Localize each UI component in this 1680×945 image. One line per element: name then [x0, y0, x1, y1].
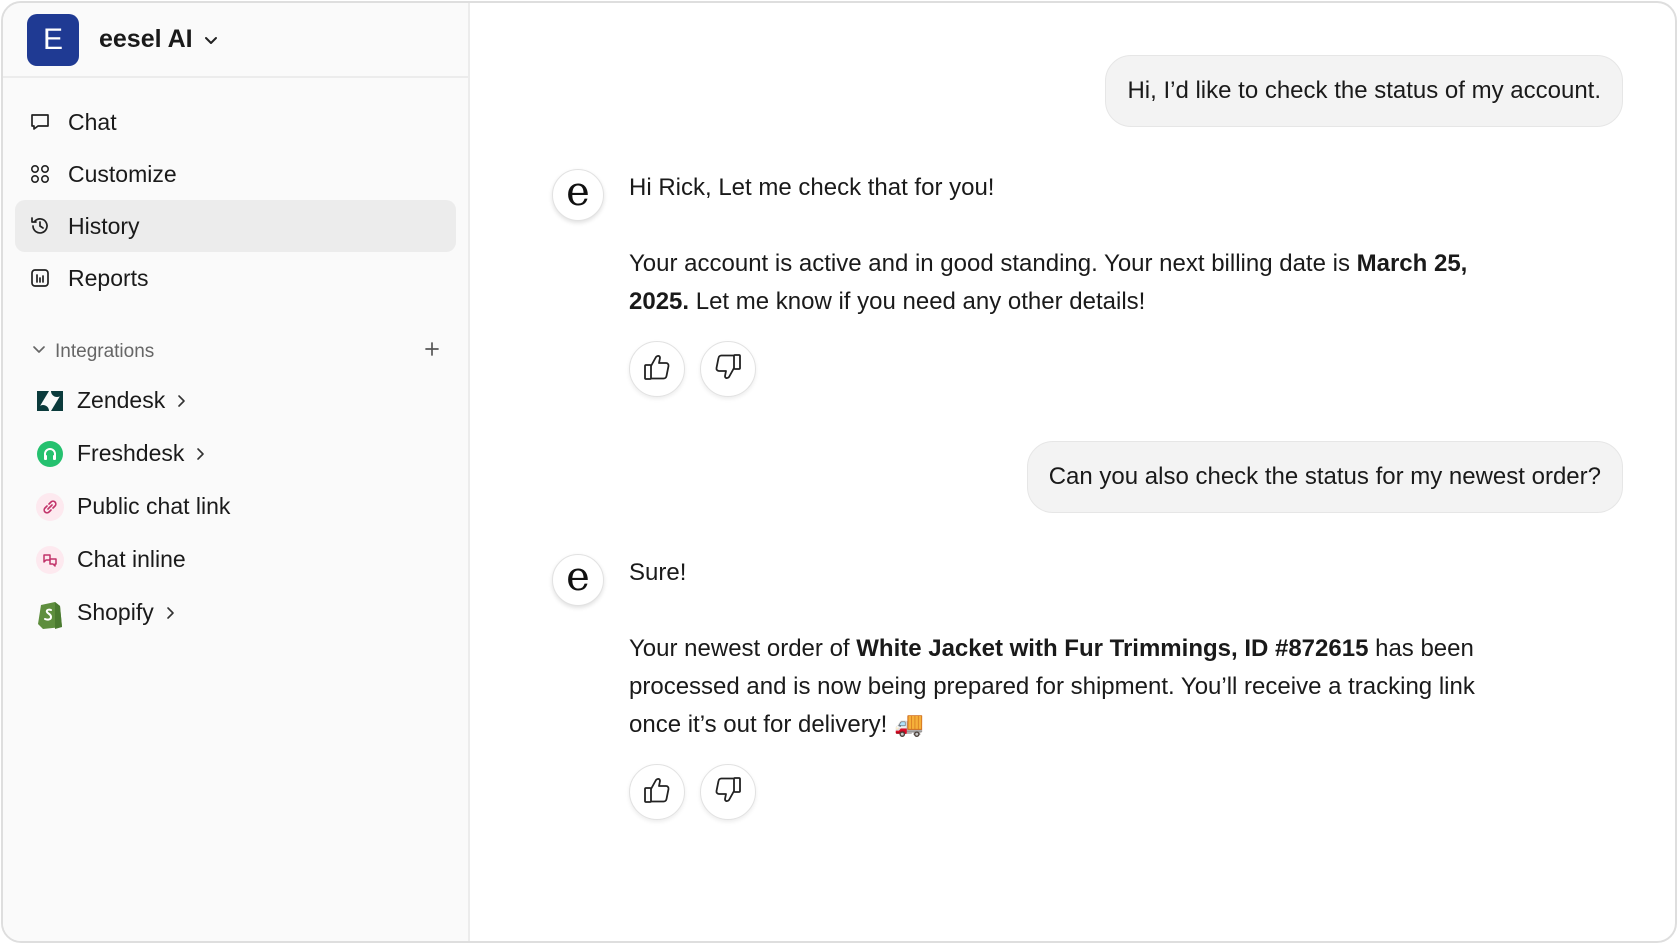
app-window: E eesel AI Chat Customize History Report…: [1, 1, 1677, 943]
add-integration-icon[interactable]: [424, 341, 440, 363]
bot-message-paragraph: Your account is active and in good stand…: [629, 245, 1502, 321]
integration-label: Freshdesk: [77, 440, 185, 466]
bot-message-line: Sure!: [629, 559, 687, 586]
feedback-row: [629, 764, 1502, 820]
grid-icon: [29, 163, 51, 185]
chevron-right-icon: [194, 447, 206, 461]
bot-avatar: e: [552, 554, 604, 606]
chevron-down-icon: [203, 32, 219, 48]
bot-message: e Hi Rick, Let me check that for you! Yo…: [552, 169, 1502, 397]
bot-avatar: e: [552, 169, 604, 221]
nav-item-label: Reports: [68, 264, 149, 291]
nav-item-history[interactable]: History: [15, 200, 456, 252]
nav-item-chat[interactable]: Chat: [15, 96, 456, 148]
bold-text: White Jacket with Fur Trimmings, ID #872…: [856, 635, 1369, 662]
chat-inline-icon: [35, 545, 65, 575]
reports-icon: [29, 267, 51, 289]
bot-message: e Sure! Your newest order of White Jacke…: [552, 554, 1502, 820]
text-span: Your account is active and in good stand…: [629, 250, 1357, 277]
user-message: Can you also check the status for my new…: [1026, 441, 1623, 513]
thumbs-down-button[interactable]: [700, 341, 756, 397]
thumbs-down-button[interactable]: [700, 764, 756, 820]
integrations-label: Integrations: [55, 341, 155, 362]
chevron-down-icon: [31, 341, 47, 363]
integration-public-chat-link[interactable]: Public chat link: [3, 480, 468, 533]
workspace-name: eesel AI: [99, 25, 193, 53]
chat-area: Hi, I’d like to check the status of my a…: [470, 3, 1675, 941]
bot-message-text: Sure! Your newest order of White Jacket …: [629, 554, 1502, 744]
integration-label: Shopify: [77, 599, 154, 625]
text-span: Let me know if you need any other detail…: [689, 288, 1146, 315]
delivery-truck-icon: 🚚: [894, 711, 924, 738]
sidebar: E eesel AI Chat Customize History Report…: [3, 3, 470, 941]
main-nav: Chat Customize History Reports: [3, 78, 468, 304]
thumbs-down-icon: [711, 773, 745, 812]
nav-item-reports[interactable]: Reports: [15, 252, 456, 304]
freshdesk-icon: [35, 439, 65, 469]
feedback-row: [629, 341, 1502, 397]
thumbs-down-icon: [711, 350, 745, 389]
nav-item-label: History: [68, 212, 140, 239]
thumbs-up-button[interactable]: [629, 341, 685, 397]
integration-shopify[interactable]: Shopify: [3, 586, 468, 639]
chat-bubble-icon: [29, 111, 51, 133]
integration-label: Zendesk: [77, 387, 166, 413]
text-span: Your newest order of: [629, 635, 857, 662]
history-icon: [29, 215, 51, 237]
integration-label: Chat inline: [77, 546, 186, 572]
integration-freshdesk[interactable]: Freshdesk: [3, 427, 468, 480]
thumbs-up-button[interactable]: [629, 764, 685, 820]
nav-item-customize[interactable]: Customize: [15, 148, 456, 200]
thumbs-up-icon: [640, 773, 674, 812]
bot-message-paragraph: Your newest order of White Jacket with F…: [629, 630, 1502, 744]
workspace-logo: E: [27, 13, 79, 66]
bot-message-line: Hi Rick, Let me check that for you!: [629, 174, 995, 201]
integration-chat-inline[interactable]: Chat inline: [3, 533, 468, 586]
chevron-right-icon: [164, 606, 176, 620]
integration-zendesk[interactable]: Zendesk: [3, 374, 468, 427]
integrations-section-header[interactable]: Integrations: [3, 330, 468, 374]
nav-item-label: Chat: [68, 108, 117, 135]
nav-item-label: Customize: [68, 160, 177, 187]
workspace-switcher[interactable]: E eesel AI: [3, 3, 468, 78]
integration-label: Public chat link: [77, 493, 231, 519]
link-icon: [35, 492, 65, 522]
thumbs-up-icon: [640, 350, 674, 389]
zendesk-icon: [35, 386, 65, 416]
chevron-right-icon: [175, 394, 187, 408]
shopify-icon: [35, 598, 65, 629]
user-message: Hi, I’d like to check the status of my a…: [1105, 55, 1623, 127]
bot-message-text: Hi Rick, Let me check that for you! Your…: [629, 169, 1502, 321]
